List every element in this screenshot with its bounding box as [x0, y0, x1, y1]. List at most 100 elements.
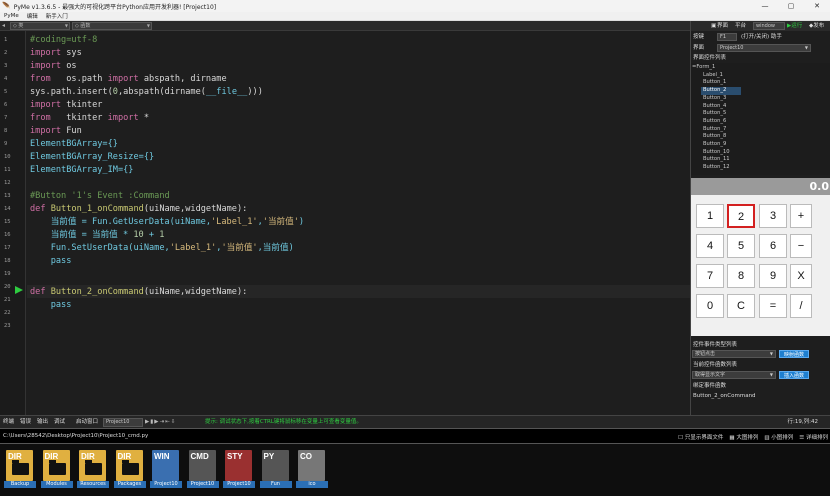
- tree-item[interactable]: Button_5: [701, 110, 741, 118]
- tree-title-row: 界面控件列表: [691, 53, 830, 63]
- start-window-select[interactable]: Project10: [103, 418, 143, 427]
- tree-item[interactable]: Button_3: [701, 95, 741, 103]
- tree-item[interactable]: Button_8: [701, 133, 741, 141]
- file-item[interactable]: DIR Resources: [77, 450, 109, 490]
- code-line: from tkinter import *: [30, 113, 150, 123]
- file-name: Project10: [223, 481, 255, 488]
- minimize-button[interactable]: —: [752, 0, 778, 12]
- insert-function-button[interactable]: 插入函数: [779, 371, 809, 379]
- menu-beginner[interactable]: 新手入门: [46, 12, 68, 20]
- tree-item[interactable]: Button_1: [701, 79, 741, 87]
- code-line: import sys: [30, 48, 82, 58]
- opt-ui-only[interactable]: ☐ 只显示界面文件: [678, 433, 723, 441]
- back-arrow-icon[interactable]: ◂: [2, 22, 5, 29]
- code-line: Fun.SetUserData(uiName,'Label_1','当前值',当…: [30, 243, 294, 253]
- tree-item[interactable]: Button_4: [701, 103, 741, 111]
- tab-platform[interactable]: 平台: [735, 21, 746, 31]
- calc-key[interactable]: 7: [696, 264, 724, 288]
- tree-item[interactable]: Label_1: [701, 72, 741, 80]
- line-number: 21: [4, 297, 11, 303]
- file-item[interactable]: DIR Packages: [113, 450, 146, 490]
- opt-large-icons[interactable]: ▦ 大图排列: [729, 433, 758, 441]
- calc-key[interactable]: /: [790, 294, 812, 318]
- file-item[interactable]: DIR Backup: [4, 450, 36, 490]
- opt-small-icons-label: 小图排列: [771, 435, 794, 441]
- opt-small-icons[interactable]: ▥ 小图排列: [764, 433, 793, 441]
- function-value: 取得显示文字: [695, 372, 726, 378]
- control-tree[interactable]: =Form_1 Label_1 Button_1 Button_2 Button_3 Bu…: [691, 63, 830, 175]
- calc-key[interactable]: 1: [696, 204, 724, 228]
- tree-item[interactable]: Button_6: [701, 118, 741, 126]
- opt-details-label: 详细排列: [805, 435, 828, 441]
- tree-item[interactable]: Button_11: [701, 156, 741, 164]
- tree-item[interactable]: Button_9: [701, 141, 741, 149]
- line-number: 2: [4, 50, 8, 56]
- tab-ui[interactable]: 界面: [717, 21, 728, 31]
- calc-key[interactable]: −: [790, 234, 812, 258]
- platform-select[interactable]: window: [753, 22, 785, 30]
- ui-label: 界面: [693, 45, 705, 51]
- file-item[interactable]: DIR Modules: [40, 450, 73, 490]
- code-line: 当前值 = Fun.GetUserData(uiName,'Label_1','…: [30, 217, 305, 227]
- ui-select[interactable]: Project10 ▼: [717, 44, 811, 52]
- event-type-select[interactable]: 按钮点击 ▼: [692, 350, 776, 358]
- title-bar: 🪶 PyMe v1.3.6.5 - 最强大的可视化跨平台Python应用开发利器…: [0, 0, 830, 12]
- bind-value-row[interactable]: Button_2_onCommand: [691, 391, 830, 401]
- maximize-button[interactable]: ▢: [778, 0, 804, 12]
- calc-key[interactable]: 8: [727, 264, 755, 288]
- tree-item[interactable]: Button_2: [701, 87, 741, 95]
- calc-key[interactable]: X: [790, 264, 812, 288]
- file-item[interactable]: STY Project10: [223, 450, 255, 490]
- menu-pyme[interactable]: PyMe: [4, 13, 19, 19]
- file-item[interactable]: CMD Project10: [186, 450, 219, 490]
- line-number: 20: [4, 284, 11, 290]
- calc-key[interactable]: 9: [759, 264, 787, 288]
- calc-key[interactable]: 3: [759, 204, 787, 228]
- file-item[interactable]: WIN Project10: [150, 450, 182, 490]
- code-line: sys.path.insert(0,abspath(dirname(__file…: [30, 87, 263, 97]
- terminal-path[interactable]: C:\Users\28542\Desktop\Project10\Project…: [3, 433, 148, 439]
- close-button[interactable]: ✕: [804, 0, 830, 12]
- line-number: 16: [4, 232, 11, 238]
- function-select[interactable]: 取得显示文字 ▼: [692, 371, 776, 379]
- bind-function-name: Button_2_onCommand: [693, 393, 756, 399]
- calc-key[interactable]: 2: [727, 204, 755, 228]
- panel-top-tabs: ▣ 界面 平台 window ▶运行 ◆发布: [691, 21, 830, 31]
- opt-details[interactable]: ☰ 详细排列: [799, 433, 828, 441]
- file-name: Resources: [77, 481, 109, 488]
- line-number: 7: [4, 115, 8, 121]
- line-number: 3: [4, 63, 8, 69]
- hotkey-select[interactable]: F1: [717, 33, 737, 41]
- line-number: 22: [4, 310, 11, 316]
- calc-key[interactable]: =: [759, 294, 787, 318]
- ui-icon[interactable]: ▣: [711, 21, 716, 31]
- file-item[interactable]: CO ico: [296, 450, 328, 490]
- menu-edit[interactable]: 编辑: [27, 12, 38, 20]
- tree-item[interactable]: Button_7: [701, 126, 741, 134]
- calc-key[interactable]: 4: [696, 234, 724, 258]
- map-function-button[interactable]: 映射函数: [779, 350, 809, 358]
- file-type-tag: CO: [300, 452, 312, 461]
- file-type-tag: DIR: [8, 452, 22, 461]
- publish-button[interactable]: ◆发布: [809, 21, 824, 31]
- code-line: def Button_1_onCommand(uiName,widgetName…: [30, 204, 248, 214]
- code-editor[interactable]: #coding=utf-8 import sys import os from …: [27, 31, 690, 415]
- tree-item[interactable]: Button_10: [701, 149, 741, 157]
- calc-key[interactable]: +: [790, 204, 812, 228]
- calc-key[interactable]: C: [727, 294, 755, 318]
- tree-root[interactable]: =Form_1: [692, 64, 715, 72]
- calc-key[interactable]: 6: [759, 234, 787, 258]
- class-combo[interactable]: ◇ 类 ▼: [10, 22, 70, 30]
- tree-item[interactable]: Button_12: [701, 164, 741, 172]
- function-combo[interactable]: ◇ 函数 ▼: [72, 22, 152, 30]
- hotkey-description: (打开/关闭) 助手: [741, 34, 782, 40]
- calc-key[interactable]: 0: [696, 294, 724, 318]
- run-button[interactable]: ▶运行: [787, 21, 802, 31]
- file-type-tag: WIN: [154, 452, 170, 461]
- file-item[interactable]: PY Fun: [259, 450, 292, 490]
- folder-icon: [85, 460, 102, 475]
- folder-icon: [12, 460, 29, 475]
- calc-key[interactable]: 5: [727, 234, 755, 258]
- code-line: ElementBGArray_Resize={}: [30, 152, 155, 162]
- chevron-down-icon: ▼: [804, 45, 808, 50]
